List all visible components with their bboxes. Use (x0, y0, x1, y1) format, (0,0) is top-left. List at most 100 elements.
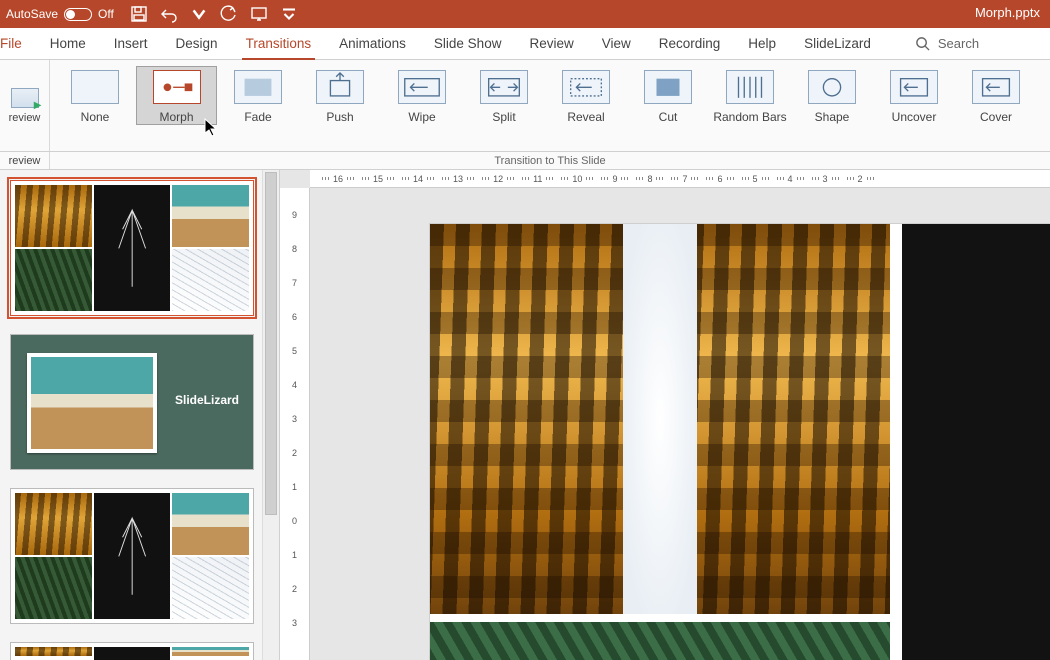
ruler-tick: 1 (292, 538, 297, 572)
tab-insert[interactable]: Insert (100, 28, 162, 59)
ruler-tick: 5 (292, 334, 297, 368)
ruler-tick: 4 (292, 368, 297, 402)
ruler-tick: 2 (292, 572, 297, 606)
transition-label: Morph (159, 110, 193, 124)
ruler-tick: 6 (292, 300, 297, 334)
qat-more-icon[interactable] (280, 5, 298, 23)
transition-reveal[interactable]: Reveal (545, 66, 627, 125)
ruler-tick: 13 (442, 174, 474, 184)
ruler-tick: 5 (742, 174, 769, 184)
autosave-control[interactable]: AutoSave Off (6, 7, 114, 21)
workspace: SlideLizard (0, 170, 1050, 660)
slide-image-black-lines[interactable] (902, 224, 1050, 660)
ruler-tick: 10 (561, 174, 593, 184)
search-input[interactable]: Search (915, 28, 979, 59)
transition-split[interactable]: Split (463, 66, 545, 125)
thumb-image (172, 557, 249, 619)
cover-icon (972, 70, 1020, 104)
slide-image-green[interactable] (430, 622, 890, 660)
tab-slideshow[interactable]: Slide Show (420, 28, 516, 59)
tab-review[interactable]: Review (515, 28, 587, 59)
shape-icon (808, 70, 856, 104)
autosave-toggle-icon[interactable] (64, 8, 92, 21)
thumb-image (172, 185, 249, 247)
transition-wipe[interactable]: Wipe (381, 66, 463, 125)
thumb-image (27, 353, 157, 453)
tab-recording[interactable]: Recording (645, 28, 735, 59)
transition-cut[interactable]: Cut (627, 66, 709, 125)
ruler-tick: 14 (402, 174, 434, 184)
transition-label: Fade (244, 110, 271, 124)
tab-help[interactable]: Help (734, 28, 790, 59)
ruler-tick: 2 (847, 174, 874, 184)
thumbnail-scrollbar[interactable] (262, 170, 279, 660)
ruler-tick: 8 (292, 232, 297, 266)
ruler-tick: 7 (292, 266, 297, 300)
transition-randombars[interactable]: Random Bars (709, 66, 791, 125)
transition-label: Cut (659, 110, 678, 124)
search-placeholder: Search (938, 36, 979, 51)
undo-dropdown-icon[interactable] (190, 5, 208, 23)
ribbon-tabs: File Home Insert Design Transitions Anim… (0, 28, 1050, 60)
slide-canvas-area: 1615141312111098765432 9876543210123 (280, 170, 1050, 660)
preview-group[interactable]: review (0, 60, 50, 151)
transition-group-label: Transition to This Slide (50, 152, 1050, 169)
redo-icon[interactable] (220, 5, 238, 23)
preview-icon[interactable] (11, 88, 39, 108)
cut-icon (644, 70, 692, 104)
ruler-tick: 4 (777, 174, 804, 184)
tab-file[interactable]: File (0, 28, 36, 59)
push-icon (316, 70, 364, 104)
autosave-state: Off (98, 7, 114, 21)
transition-label: Shape (815, 110, 850, 124)
slide-thumbnail-1[interactable] (10, 180, 254, 316)
thumb-image (172, 249, 249, 311)
slide-image-building[interactable] (430, 224, 890, 614)
slide-thumbnail-4[interactable] (10, 642, 254, 660)
transition-cover[interactable]: Cover (955, 66, 1037, 125)
save-icon[interactable] (130, 5, 148, 23)
transition-none[interactable]: None (54, 66, 136, 125)
horizontal-ruler: 1615141312111098765432 (310, 170, 1050, 188)
ruler-tick: 1 (292, 470, 297, 504)
thumb-image (15, 249, 92, 311)
tab-view[interactable]: View (588, 28, 645, 59)
scrollbar-thumb[interactable] (265, 172, 277, 515)
wipe-icon (398, 70, 446, 104)
thumb-image (94, 647, 171, 660)
ruler-tick: 15 (362, 174, 394, 184)
tab-home[interactable]: Home (36, 28, 100, 59)
tab-slidelizard[interactable]: SlideLizard (790, 28, 885, 59)
transition-shape[interactable]: Shape (791, 66, 873, 125)
ribbon: review None Morph Fade (0, 60, 1050, 152)
transition-push[interactable]: Push (299, 66, 381, 125)
tab-design[interactable]: Design (162, 28, 232, 59)
tab-animations[interactable]: Animations (325, 28, 420, 59)
autosave-label: AutoSave (6, 7, 58, 21)
transition-morph[interactable]: Morph (136, 66, 217, 125)
slide-thumbnail-panel[interactable]: SlideLizard (0, 170, 280, 660)
ruler-tick: 0 (292, 504, 297, 538)
transition-label: Cover (980, 110, 1012, 124)
transition-label: Split (492, 110, 515, 124)
ruler-tick: 3 (292, 402, 297, 436)
transition-uncover[interactable]: Uncover (873, 66, 955, 125)
transition-label: Wipe (408, 110, 435, 124)
tab-transitions[interactable]: Transitions (232, 28, 326, 59)
thumb-image (94, 185, 171, 311)
ruler-tick: 3 (812, 174, 839, 184)
transition-fade[interactable]: Fade (217, 66, 299, 125)
slide-thumbnail-3[interactable] (10, 488, 254, 624)
slide-thumbnail-2[interactable]: SlideLizard (10, 334, 254, 470)
start-from-beginning-icon[interactable] (250, 5, 268, 23)
preview-label: review (9, 112, 41, 124)
none-icon (71, 70, 119, 104)
thumb-text: SlideLizard (175, 393, 239, 407)
uncover-icon (890, 70, 938, 104)
split-icon (480, 70, 528, 104)
undo-icon[interactable] (160, 5, 178, 23)
canvas-background[interactable] (310, 188, 1050, 660)
randombars-icon (726, 70, 774, 104)
slide-canvas[interactable] (430, 224, 1050, 660)
ruler-tick: 12 (482, 174, 514, 184)
